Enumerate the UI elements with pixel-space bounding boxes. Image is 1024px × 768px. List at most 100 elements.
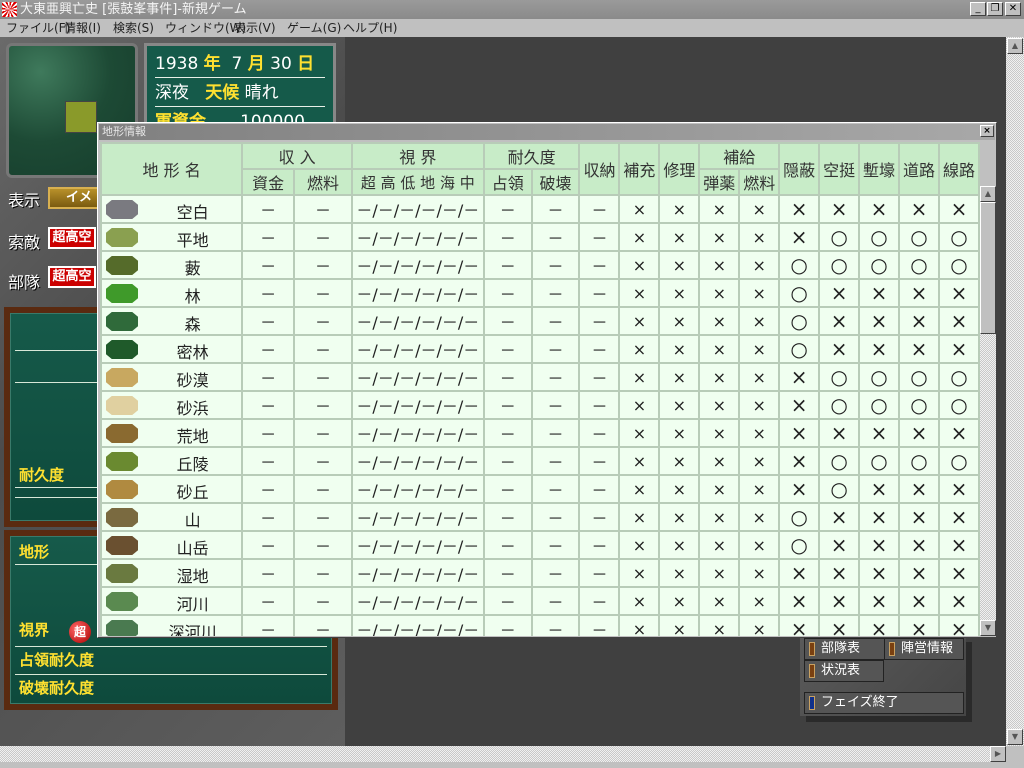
- header-road: 道路: [897, 142, 940, 196]
- destroy-cell: －: [530, 530, 581, 560]
- airborne-cell: ×: [818, 502, 861, 532]
- terrain-name: 林: [184, 287, 201, 306]
- menu-view[interactable]: 表示(V): [234, 19, 276, 37]
- airborne-cell: ○: [818, 222, 861, 252]
- storage-cell: －: [578, 362, 621, 392]
- airborne-cell: ○: [818, 362, 861, 392]
- terrain-row[interactable]: 林－－－/－/－/－/－/－－－－ × × × × ○ × × × ×: [100, 278, 980, 308]
- storage-cell: －: [578, 278, 621, 308]
- end-phase-label: フェイズ終了: [821, 695, 899, 710]
- dialog-scrollbar[interactable]: ▲ ▼: [980, 186, 996, 636]
- terrain-row[interactable]: 砂漠－－－/－/－/－/－/－－－－ × × × × × ○ ○ ○ ○: [100, 362, 980, 392]
- terrain-row[interactable]: 藪－－－/－/－/－/－/－－－－ × × × × ○ ○ ○ ○ ○: [100, 250, 980, 280]
- status-list-button[interactable]: 状況表: [804, 660, 884, 682]
- supply-fuel-cell: ×: [738, 614, 781, 636]
- repair-cell: ×: [658, 222, 701, 252]
- terrain-row[interactable]: 山岳－－－/－/－/－/－/－－－－ × × × × ○ × × × ×: [100, 530, 980, 560]
- ammo-cell: ×: [698, 306, 741, 336]
- repair-cell: ×: [658, 250, 701, 280]
- scroll-down-icon[interactable]: ▼: [1007, 729, 1023, 745]
- road-cell: ○: [897, 446, 940, 476]
- terrain-row[interactable]: 山－－－/－/－/－/－/－－－－ × × × × ○ × × × ×: [100, 502, 980, 532]
- fuel-cell: －: [293, 558, 353, 588]
- terrain-name: 平地: [176, 231, 209, 250]
- replenish-cell: ×: [618, 446, 661, 476]
- menu-search[interactable]: 検索(S): [113, 19, 154, 37]
- fuel-cell: －: [293, 250, 353, 280]
- road-cell: ○: [897, 362, 940, 392]
- terrain-icon: [106, 480, 138, 499]
- status-list-label: 状況表: [821, 663, 861, 678]
- menu-file[interactable]: ファイル(F): [6, 19, 70, 37]
- replenish-cell: ×: [618, 390, 661, 420]
- trench-cell: ○: [858, 222, 900, 252]
- terrain-row[interactable]: 丘陵－－－/－/－/－/－/－－－－ × × × × × ○ ○ ○ ○: [100, 446, 980, 476]
- conceal-cell: ○: [778, 250, 821, 280]
- end-phase-button[interactable]: フェイズ終了: [804, 692, 964, 714]
- terrain-row[interactable]: 湿地－－－/－/－/－/－/－－－－ × × × × × × × × ×: [100, 558, 980, 588]
- terrain-row[interactable]: 平地－－－/－/－/－/－/－－－－ × × × × × ○ ○ ○ ○: [100, 222, 980, 252]
- road-cell: ×: [897, 586, 940, 616]
- search-altitude-button[interactable]: 超高空: [48, 227, 96, 249]
- menu-game[interactable]: ゲーム(G): [287, 19, 341, 37]
- dialog-scroll-thumb[interactable]: [980, 202, 996, 334]
- vision-cell: －/－/－/－/－/－: [350, 278, 485, 308]
- horizontal-scrollbar[interactable]: ▶: [0, 746, 1006, 762]
- ammo-cell: ×: [698, 250, 741, 280]
- road-cell: ○: [897, 222, 940, 252]
- restore-button[interactable]: ❐: [987, 2, 1003, 16]
- vision-cell: －/－/－/－/－/－: [350, 530, 485, 560]
- terrain-row[interactable]: 砂丘－－－/－/－/－/－/－－－－ × × × × × ○ × × ×: [100, 474, 980, 504]
- terrain-row[interactable]: 深河川－－－/－/－/－/－/－－－－ × × × × × × × × ×: [100, 614, 980, 636]
- occupy-cell: －: [482, 334, 533, 364]
- destroy-cell: －: [530, 334, 581, 364]
- camp-info-button[interactable]: 陣営情報: [884, 638, 964, 660]
- rail-cell: ○: [937, 390, 980, 420]
- terrain-name: 砂浜: [176, 399, 209, 418]
- menu-info[interactable]: 情報(I): [64, 19, 101, 37]
- camp-info-label: 陣営情報: [901, 641, 954, 656]
- scroll-right-icon[interactable]: ▶: [990, 746, 1006, 762]
- terrain-name-cell: 砂丘: [100, 474, 244, 504]
- terrain-name: 空白: [176, 203, 209, 222]
- menu-help[interactable]: ヘルプ(H): [343, 19, 397, 37]
- rail-cell: ×: [937, 614, 980, 636]
- repair-cell: ×: [658, 558, 701, 588]
- rail-cell: ○: [937, 250, 980, 280]
- road-cell: ×: [897, 194, 940, 224]
- terrain-name-cell: 平地: [100, 222, 244, 252]
- fuel-cell: －: [293, 502, 353, 532]
- dialog-title-bar[interactable]: 地形情報: [99, 124, 995, 140]
- replenish-cell: ×: [618, 558, 661, 588]
- terrain-row[interactable]: 森－－－/－/－/－/－/－－－－ × × × × ○ × × × ×: [100, 306, 980, 336]
- header-trench: 塹壕: [858, 142, 900, 196]
- replenish-cell: ×: [618, 474, 661, 504]
- airborne-cell: ×: [818, 614, 861, 636]
- title-bar: 大東亜興亡史 [張鼓峯事件]-新規ゲーム _ ❐ ✕: [0, 0, 1024, 19]
- unit-altitude-button[interactable]: 超高空: [48, 266, 96, 288]
- terrain-icon: [106, 284, 138, 303]
- terrain-name: 深河川: [168, 623, 217, 636]
- dialog-scroll-down-icon[interactable]: ▼: [980, 620, 996, 636]
- scroll-up-icon[interactable]: ▲: [1007, 38, 1023, 54]
- trench-cell: ○: [858, 390, 900, 420]
- terrain-row[interactable]: 密林－－－/－/－/－/－/－－－－ × × × × ○ × × × ×: [100, 334, 980, 364]
- repair-cell: ×: [658, 362, 701, 392]
- minimize-button[interactable]: _: [970, 2, 986, 16]
- dialog-close-button[interactable]: ×: [980, 125, 994, 137]
- close-button[interactable]: ✕: [1005, 2, 1021, 16]
- unit-list-button[interactable]: 部隊表: [804, 638, 890, 660]
- occupy-cell: －: [482, 418, 533, 448]
- ammo-cell: ×: [698, 278, 741, 308]
- dialog-scroll-up-icon[interactable]: ▲: [980, 186, 996, 202]
- trench-cell: ×: [858, 530, 900, 560]
- destroy-cell: －: [530, 558, 581, 588]
- terrain-row[interactable]: 空白－－－/－/－/－/－/－－－－ × × × × × × × × ×: [100, 194, 980, 224]
- terrain-row[interactable]: 砂浜－－－/－/－/－/－/－－－－ × × × × × ○ ○ ○ ○: [100, 390, 980, 420]
- terrain-row[interactable]: 河川－－－/－/－/－/－/－－－－ × × × × × × × × ×: [100, 586, 980, 616]
- supply-fuel-cell: ×: [738, 530, 781, 560]
- storage-cell: －: [578, 530, 621, 560]
- vertical-scrollbar[interactable]: ▲ ▼: [1006, 37, 1024, 746]
- terrain-row[interactable]: 荒地－－－/－/－/－/－/－－－－ × × × × × × × × ×: [100, 418, 980, 448]
- trench-cell: ×: [858, 558, 900, 588]
